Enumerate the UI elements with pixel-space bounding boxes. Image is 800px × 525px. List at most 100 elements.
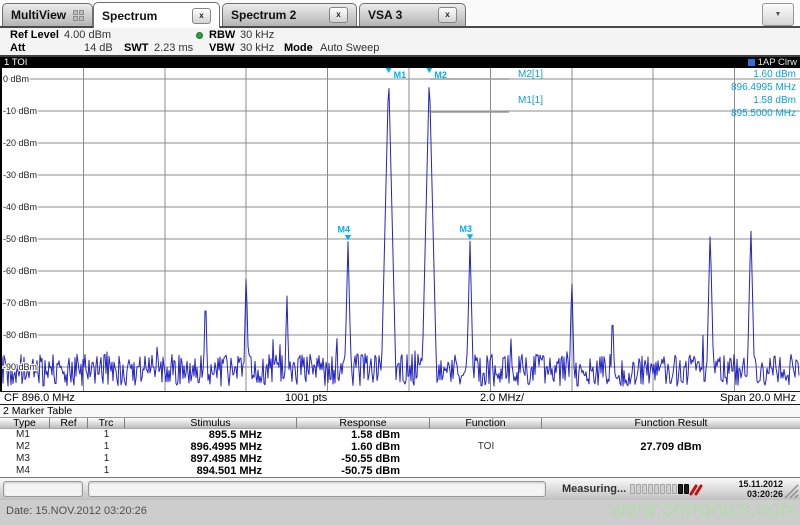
chevron-down-icon: ▼ [774, 11, 782, 18]
svg-text:M1: M1 [394, 70, 407, 80]
table-row: M1 1 895.5 MHz 1.58 dBm [0, 429, 800, 441]
svg-text:M2: M2 [434, 70, 447, 80]
col-function: Function [430, 417, 542, 429]
svg-text:-70 dBm: -70 dBm [3, 298, 37, 308]
diagram-title: 1 TOI [4, 57, 28, 68]
svg-text:M3: M3 [459, 224, 472, 234]
marker-stimulus: 894.501 MHz [196, 465, 262, 477]
col-type: Type [0, 417, 50, 429]
tab-multiview-label: MultiView [11, 8, 67, 22]
table-row: M2 1 896.4995 MHz 1.60 dBm TOI 27.709 dB… [0, 441, 800, 453]
diagram-title-bar: 1 TOI 1AP Clrw [0, 57, 800, 68]
close-icon[interactable]: x [329, 7, 348, 23]
measurement-settings-bar: Ref Level 4.00 dBm Att 14 dB SWT 2.23 ms… [0, 28, 800, 55]
svg-text:M4: M4 [337, 224, 350, 234]
marker-readout-m1-level: 1.58 dBm [753, 95, 796, 106]
marker-function-result: 27.709 dBm [640, 441, 702, 453]
col-function-result: Function Result [634, 417, 708, 429]
tab-overflow-button[interactable]: ▼ [762, 3, 794, 26]
marker-table-header: Type Ref Trc Stimulus Response Function … [0, 417, 800, 429]
marker-table-title: 2 Marker Table [0, 405, 800, 417]
marker-readout-m2-name: M2[1] [518, 69, 544, 80]
tab-vsa-3[interactable]: VSA 3 x [359, 3, 466, 26]
grid-icon [73, 9, 84, 21]
col-ref: Ref [50, 417, 88, 429]
span-value: Span 20.0 MHz [720, 392, 796, 404]
tab-bar: MultiView Spectrum x Spectrum 2 x VSA 3 … [0, 0, 800, 28]
marker-response: 1.60 dBm [351, 441, 400, 453]
table-row: M4 1 894.501 MHz -50.75 dBm [0, 465, 800, 477]
status-field-message [88, 481, 546, 497]
col-response: Response [297, 417, 430, 429]
marker-stimulus: 897.4985 MHz [190, 453, 262, 465]
marker-response: -50.55 dBm [341, 453, 400, 465]
ref-level-label: Ref Level [10, 29, 59, 41]
center-frequency: CF 896.0 MHz [4, 392, 75, 404]
tab-vsa-3-label: VSA 3 [368, 8, 403, 22]
swt-value: 2.23 ms [154, 42, 194, 54]
watermark: www.cntronics.com [610, 498, 799, 521]
spectrum-plot-area[interactable]: 0 dBm -10 dBm -20 dBm -30 dBm -40 dBm -50 dBm… [0, 67, 800, 391]
tab-spectrum-2-label: Spectrum 2 [231, 8, 297, 22]
trace-legend-label: 1AP Clrw [757, 57, 797, 68]
marker-readout-m1-name: M1[1] [518, 95, 544, 106]
svg-text:-50 dBm: -50 dBm [3, 234, 37, 244]
spectrum-trace-svg: 0 dBm -10 dBm -20 dBm -30 dBm -40 dBm -50 dBm… [0, 67, 800, 391]
system-datetime: 15.11.2012 03:20:26 [738, 479, 783, 499]
mode-value: Auto Sweep [320, 42, 380, 54]
measuring-status: Measuring... [562, 483, 627, 495]
marker-readout-m2-level: 1.60 dBm [753, 69, 796, 80]
system-date: 15.11.2012 [738, 479, 783, 489]
marker-response: -50.75 dBm [341, 465, 400, 477]
mhz-per-div: 2.0 MHz/ [480, 392, 525, 404]
marker-response: 1.58 dBm [351, 429, 400, 441]
svg-text:-60 dBm: -60 dBm [3, 266, 37, 276]
swt-label: SWT [124, 42, 149, 54]
tab-spectrum-label: Spectrum [102, 8, 158, 23]
marker-type: M1 [16, 429, 30, 440]
trace-color-icon [747, 59, 755, 66]
att-value: 14 dB [84, 42, 113, 54]
svg-text:-30 dBm: -30 dBm [3, 170, 37, 180]
mode-label: Mode [284, 42, 313, 54]
table-row: M3 1 897.4985 MHz -50.55 dBm [0, 453, 800, 465]
screenshot-date: Date: 15.NOV.2012 03:20:26 [6, 505, 147, 517]
svg-text:0 dBm: 0 dBm [3, 74, 29, 84]
sweep-points: 1001 pts [285, 392, 328, 404]
marker-trace: 1 [103, 441, 110, 452]
svg-text:-80 dBm: -80 dBm [3, 330, 37, 340]
marker-type: M3 [16, 453, 30, 464]
col-stimulus: Stimulus [125, 417, 297, 429]
trace-legend[interactable]: 1AP Clrw [747, 57, 797, 68]
status-bar: Measuring... 15.11.2012 03:20:26 [0, 477, 800, 500]
status-field-left [3, 481, 83, 497]
svg-text:-20 dBm: -20 dBm [3, 138, 37, 148]
sweep-progress-bar [630, 484, 689, 494]
vbw-label: VBW [209, 42, 235, 54]
marker-type: M2 [16, 441, 30, 452]
vbw-value: 30 kHz [240, 42, 275, 54]
tab-multiview[interactable]: MultiView [2, 3, 93, 26]
marker-readout-m1-freq: 895.5000 MHz [730, 108, 796, 119]
rbw-value: 30 kHz [240, 29, 275, 41]
close-icon[interactable]: x [438, 7, 457, 23]
svg-text:-40 dBm: -40 dBm [3, 202, 37, 212]
rbw-label: RBW [209, 29, 236, 41]
svg-text:-90 dBm: -90 dBm [3, 362, 37, 372]
att-label: Att [10, 42, 26, 54]
marker-stimulus: 896.4995 MHz [190, 441, 262, 453]
ref-level-value: 4.00 dBm [64, 29, 112, 41]
marker-trace: 1 [103, 429, 110, 440]
col-trc: Trc [88, 417, 125, 429]
spectrum-analyzer-screen: MultiView Spectrum x Spectrum 2 x VSA 3 … [0, 0, 800, 525]
marker-trace: 1 [103, 465, 110, 476]
status-led-icon [196, 32, 203, 39]
marker-trace: 1 [103, 453, 110, 464]
tab-spectrum[interactable]: Spectrum x [93, 2, 220, 28]
marker-type: M4 [16, 465, 30, 476]
tab-spectrum-2[interactable]: Spectrum 2 x [222, 3, 357, 26]
close-icon[interactable]: x [192, 7, 211, 24]
marker-function: TOI [477, 441, 495, 452]
frequency-axis-bar: CF 896.0 MHz 1001 pts 2.0 MHz/ Span 20.0… [0, 391, 800, 405]
marker-stimulus: 895.5 MHz [208, 429, 262, 441]
